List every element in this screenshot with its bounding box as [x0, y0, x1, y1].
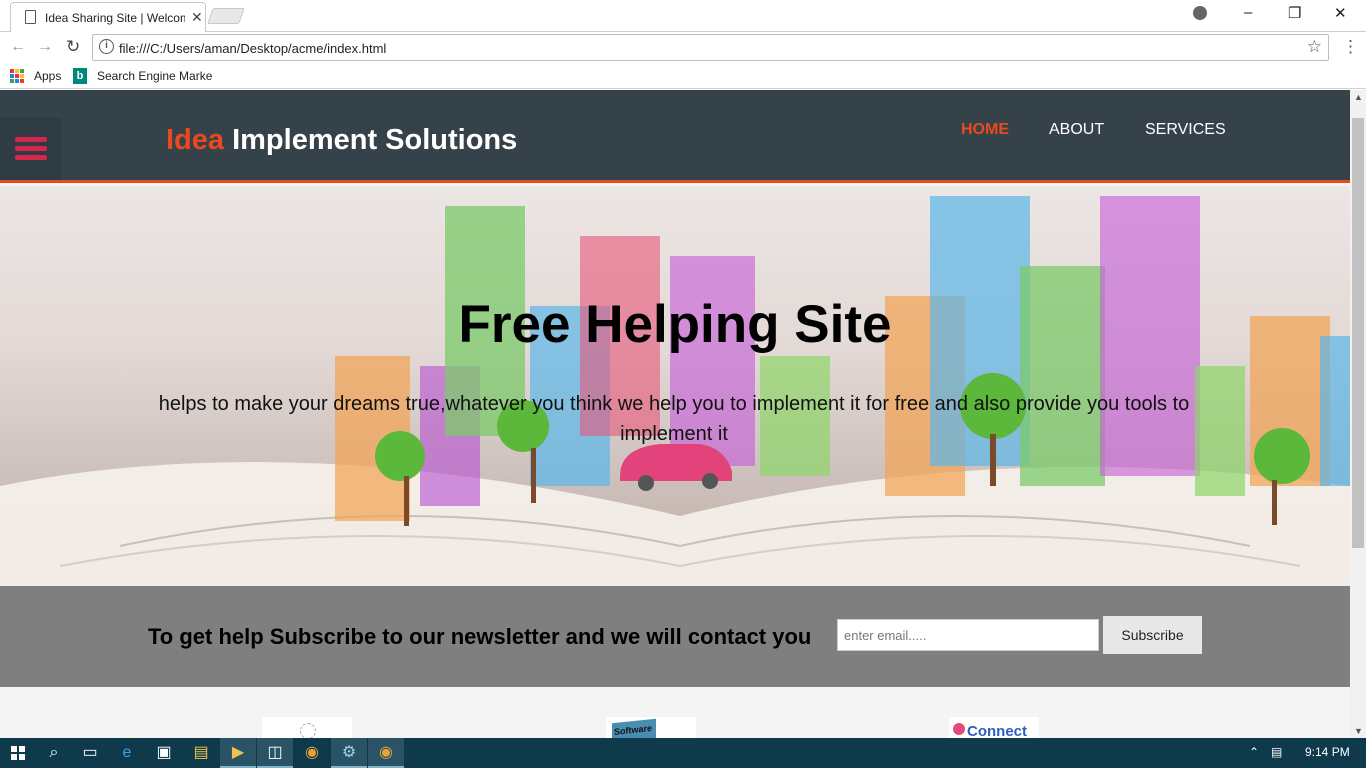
scroll-up-icon[interactable]: ▲ — [1354, 92, 1363, 102]
new-tab-button[interactable] — [207, 8, 245, 24]
bulb-icon — [262, 717, 352, 738]
store-icon[interactable]: ▣ — [146, 738, 182, 768]
browser-menu-icon[interactable]: ⋮ — [1342, 37, 1359, 57]
bookmark-apps[interactable]: Apps — [34, 69, 61, 83]
forward-arrow-icon[interactable]: → — [37, 38, 53, 56]
restore-button[interactable]: ❐ — [1288, 4, 1301, 22]
scroll-down-icon[interactable]: ▼ — [1354, 726, 1363, 736]
file-explorer-icon[interactable]: ▤ — [183, 738, 219, 768]
bookmark-star-icon[interactable]: ☆ — [1307, 37, 1322, 57]
connect-label: Connect — [967, 723, 1027, 738]
task-view-icon[interactable]: ▭ — [72, 738, 108, 768]
hero-showcase: Free Helping Site helps to make your dre… — [0, 186, 1350, 586]
bing-icon: b — [73, 68, 87, 84]
reload-icon[interactable]: ↻ — [66, 37, 80, 57]
minimize-button[interactable]: – — [1244, 4, 1252, 21]
nav-services[interactable]: SERVICES — [1145, 121, 1226, 139]
subscribe-button[interactable]: Subscribe — [1103, 616, 1202, 654]
start-button[interactable] — [0, 738, 36, 768]
edge-icon[interactable]: e — [109, 738, 145, 768]
close-window-button[interactable]: ✕ — [1334, 4, 1347, 22]
windows-taskbar: ⌕ ▭ e ▣ ▤ ▶ ◫ ◉ ⚙ ◉ ⌃ ▤ 9:14 PM — [0, 738, 1366, 768]
logo-highlight: Idea — [166, 124, 225, 156]
document-icon — [25, 10, 36, 24]
chrome-icon[interactable]: ◉ — [294, 738, 330, 768]
hero-subtitle: helps to make your dreams true,whatever … — [158, 393, 1190, 445]
logo-text: Implement Solutions — [224, 124, 518, 156]
city-book-illustration — [0, 196, 1350, 586]
address-bar[interactable]: i file:///C:/Users/aman/Desktop/acme/ind… — [92, 34, 1329, 61]
email-input[interactable] — [837, 619, 1099, 651]
windows-logo-icon — [11, 746, 25, 760]
clock[interactable]: 9:14 PM — [1305, 745, 1350, 759]
nav-about[interactable]: ABOUT — [1049, 121, 1104, 139]
chrome-active-icon[interactable]: ◉ — [368, 738, 404, 768]
settings-gear-icon[interactable]: ⚙ — [331, 738, 367, 768]
app-window-icon[interactable]: ◫ — [257, 738, 293, 768]
site-logo[interactable]: Idea Implement Solutions — [166, 124, 517, 157]
browser-tab[interactable]: Idea Sharing Site | Welcome ✕ — [10, 2, 206, 32]
browser-tab-bar: Idea Sharing Site | Welcome ✕ – ❐ ✕ — [0, 0, 1366, 32]
chevron-up-icon[interactable]: ⌃ — [1249, 745, 1259, 759]
tab-close-icon[interactable]: ✕ — [191, 9, 203, 26]
search-icon[interactable]: ⌕ — [36, 738, 72, 768]
browser-toolbar: ← → ↻ i file:///C:/Users/aman/Desktop/ac… — [0, 32, 1366, 64]
newsletter-section: To get help Subscribe to our newsletter … — [0, 586, 1350, 687]
hamburger-menu-icon[interactable] — [0, 118, 62, 180]
notification-icon[interactable]: ▤ — [1271, 745, 1282, 759]
hero-title: Free Helping Site — [458, 295, 892, 354]
newsletter-heading: To get help Subscribe to our newsletter … — [148, 624, 812, 649]
tab-title: Idea Sharing Site | Welcome — [45, 11, 185, 25]
info-icon[interactable]: i — [99, 39, 114, 54]
software-box-icon: Software — [606, 717, 696, 738]
scroll-thumb[interactable] — [1352, 118, 1364, 548]
nav-home[interactable]: HOME — [961, 121, 1009, 139]
bookmark-search-engine[interactable]: Search Engine Marke — [97, 69, 212, 83]
boxes-section: Software Connect — [0, 687, 1350, 738]
apps-grid-icon[interactable] — [10, 69, 24, 83]
connect-icon: Connect — [949, 717, 1039, 738]
page-scrollbar[interactable]: ▲ ▼ — [1350, 90, 1366, 738]
url-text[interactable]: file:///C:/Users/aman/Desktop/acme/index… — [119, 41, 386, 56]
profile-icon[interactable] — [1193, 6, 1207, 20]
page-viewport: Idea Implement Solutions HOME ABOUT SERV… — [0, 90, 1350, 738]
bookmarks-bar: Apps b Search Engine Marke — [0, 64, 1366, 89]
back-arrow-icon[interactable]: ← — [10, 38, 26, 56]
media-player-icon[interactable]: ▶ — [220, 738, 256, 768]
site-header: Idea Implement Solutions HOME ABOUT SERV… — [0, 90, 1350, 183]
